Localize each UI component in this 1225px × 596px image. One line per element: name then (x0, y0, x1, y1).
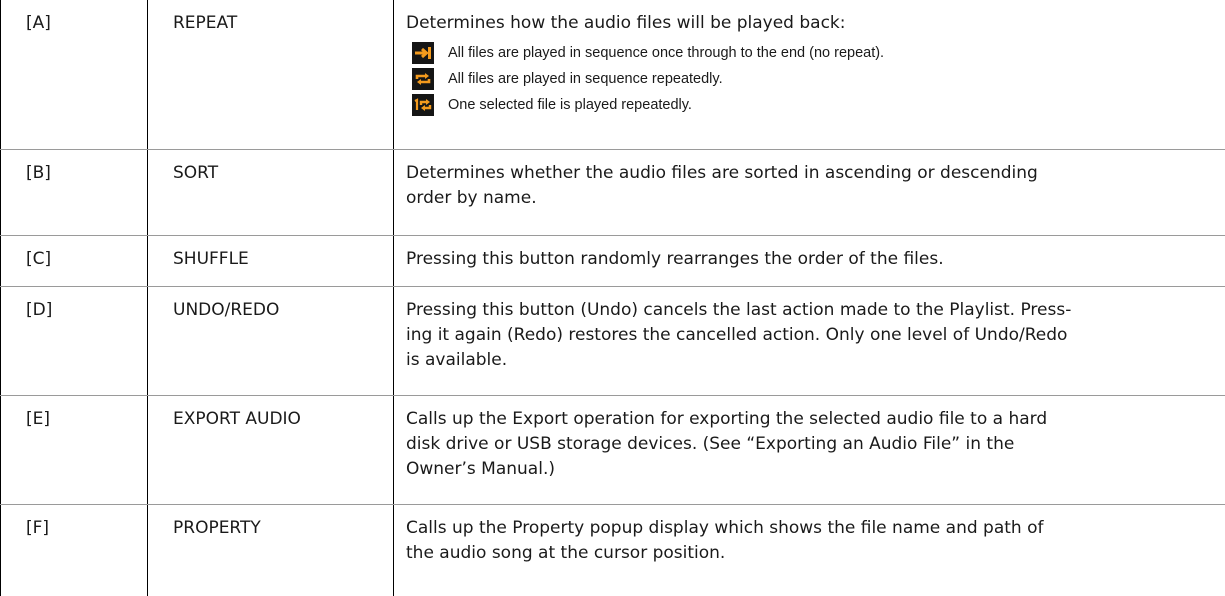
row-name-text: REPEAT (173, 13, 238, 33)
row-name: EXPORT AUDIO (147, 395, 394, 505)
table-row-shuffle: [C] SHUFFLE Pressing this button randoml… (0, 235, 1225, 287)
row-key: [B] (0, 149, 148, 236)
row-name: SHUFFLE (147, 235, 394, 287)
row-description: Pressing this button (Undo) cancels the … (393, 286, 1225, 396)
description-text: Pressing this button randomly rearranges… (406, 236, 1195, 272)
row-key-text: [D] (26, 299, 53, 320)
description-line: the audio song at the cursor position. (406, 542, 726, 563)
row-key: [D] (0, 286, 148, 396)
row-key: [C] (0, 235, 148, 287)
repeat-off-icon (412, 42, 434, 64)
description-line: ing it again (Redo) restores the cancell… (406, 324, 1068, 345)
description-line: Pressing this button (Undo) cancels the … (406, 299, 1072, 320)
description-line: is available. (406, 349, 508, 370)
table-row-export-audio: [E] EXPORT AUDIO Calls up the Export ope… (0, 395, 1225, 505)
row-name-text: UNDO/REDO (173, 299, 280, 320)
description-line: Calls up the Export operation for export… (406, 408, 1048, 429)
table-row-property: [F] PROPERTY Calls up the Property popup… (0, 504, 1225, 596)
row-key: [E] (0, 395, 148, 505)
repeat-mode-text: All files are played in sequence repeate… (448, 71, 723, 87)
description-line: disk drive or USB storage devices. (See … (406, 433, 1015, 454)
description-line: Determines whether the audio files are s… (406, 162, 1038, 183)
row-key-text: [F] (26, 517, 50, 538)
description-line: Pressing this button randomly rearranges… (406, 248, 944, 269)
description-text: Determines how the audio files will be p… (406, 13, 846, 33)
row-description: Calls up the Property popup display whic… (393, 504, 1225, 596)
repeat-mode-text: All files are played in sequence once th… (448, 45, 885, 61)
row-key-text: [C] (26, 248, 52, 269)
row-name-text: PROPERTY (173, 517, 261, 538)
description-text: Calls up the Export operation for export… (406, 396, 1195, 482)
repeat-mode-list: All files are played in sequence once th… (406, 40, 1195, 118)
repeat-mode-one: One selected file is played repeatedly. (406, 92, 1195, 118)
row-name: PROPERTY (147, 504, 394, 596)
description-text: Pressing this button (Undo) cancels the … (406, 287, 1195, 373)
repeat-all-icon (412, 68, 434, 90)
repeat-mode-all: All files are played in sequence repeate… (406, 66, 1195, 92)
row-name: UNDO/REDO (147, 286, 394, 396)
table-row-repeat: [A] REPEAT Determines how the audio file… (0, 0, 1225, 150)
repeat-mode-text: One selected file is played repeatedly. (448, 97, 692, 113)
row-description: Determines how the audio files will be p… (393, 0, 1225, 150)
row-name-text: SHUFFLE (173, 248, 249, 269)
row-description: Pressing this button randomly rearranges… (393, 235, 1225, 287)
row-key: [F] (0, 504, 148, 596)
function-table: [A] REPEAT Determines how the audio file… (0, 0, 1225, 596)
description-text: Calls up the Property popup display whic… (406, 505, 1195, 566)
description-line: Calls up the Property popup display whic… (406, 517, 1044, 538)
table-row-undo-redo: [D] UNDO/REDO Pressing this button (Undo… (0, 286, 1225, 396)
row-name: REPEAT (147, 0, 394, 150)
row-name-text: EXPORT AUDIO (173, 408, 301, 429)
table-row-sort: [B] SORT Determines whether the audio fi… (0, 149, 1225, 236)
row-key-text: [B] (26, 162, 51, 183)
row-key-text: [A] (26, 13, 51, 33)
row-key-text: [E] (26, 408, 51, 429)
repeat-one-icon (412, 94, 434, 116)
row-key: [A] (0, 0, 148, 150)
row-name: SORT (147, 149, 394, 236)
description-line: order by name. (406, 187, 537, 208)
repeat-mode-off: All files are played in sequence once th… (406, 40, 1195, 66)
row-description: Determines whether the audio files are s… (393, 149, 1225, 236)
description-text: Determines whether the audio files are s… (406, 150, 1195, 211)
description-line: Owner’s Manual.) (406, 458, 555, 479)
row-name-text: SORT (173, 162, 219, 183)
row-description: Calls up the Export operation for export… (393, 395, 1225, 505)
